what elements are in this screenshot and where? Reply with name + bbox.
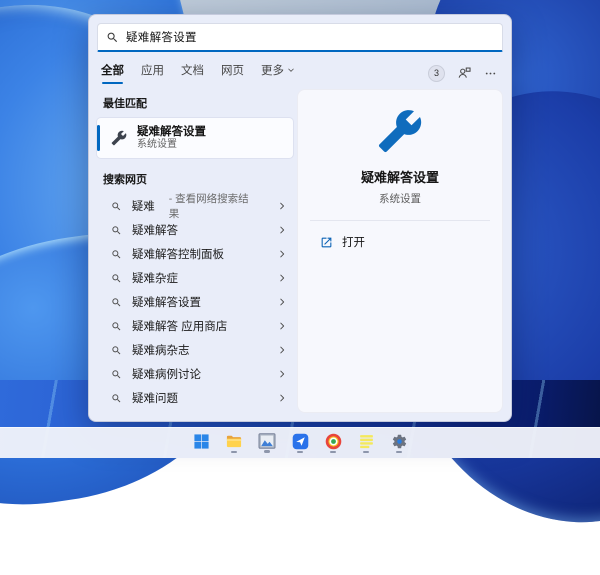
search-icon xyxy=(111,297,122,308)
taskbar xyxy=(0,427,600,458)
open-action-label: 打开 xyxy=(342,234,365,250)
suggestion-label: 疑难 xyxy=(132,198,155,214)
taskbar-app-file-explorer[interactable] xyxy=(222,430,246,456)
taskbar-app-browser[interactable] xyxy=(321,430,345,456)
best-match-item[interactable]: 疑难解答设置 系统设置 xyxy=(97,118,293,158)
search-icon xyxy=(111,393,122,404)
open-in-new-icon xyxy=(320,236,333,249)
notification-count-badge[interactable]: 3 xyxy=(428,65,445,82)
suggestion-label: 疑难杂症 xyxy=(132,270,178,286)
suggestion-label: 疑难解答设置 xyxy=(132,294,201,310)
search-icon xyxy=(111,345,122,356)
tab-apps[interactable]: 应用 xyxy=(141,62,164,84)
search-icon xyxy=(111,249,122,260)
search-suggestion-row[interactable]: 疑难病杂志 xyxy=(97,338,293,362)
result-preview-panel: 疑难解答设置 系统设置 打开 xyxy=(297,89,503,413)
chevron-right-icon[interactable] xyxy=(277,393,287,403)
search-icon xyxy=(111,321,122,332)
chevron-right-icon[interactable] xyxy=(277,201,287,211)
taskbar-app-media[interactable] xyxy=(288,430,312,456)
search-suggestion-row[interactable]: 疑难 - 查看网络搜索结果 xyxy=(97,194,293,218)
search-results-area: 最佳匹配 疑难解答设置 系统设置 搜索网页 疑难 - 查看网络搜索结果 xyxy=(89,85,511,421)
chevron-right-icon[interactable] xyxy=(277,345,287,355)
open-action[interactable]: 打开 xyxy=(298,221,502,262)
windows-logo-icon xyxy=(193,433,210,450)
best-match-title: 疑难解答设置 xyxy=(137,125,206,139)
search-suggestion-row[interactable]: 疑难解答设置 xyxy=(97,290,293,314)
search-query-text: 疑难解答设置 xyxy=(126,29,197,45)
tab-more[interactable]: 更多 xyxy=(261,62,295,84)
search-icon xyxy=(111,225,122,236)
search-input[interactable]: 疑难解答设置 xyxy=(97,23,503,52)
search-icon xyxy=(111,273,122,284)
suggestion-label: 疑难解答 xyxy=(132,222,178,238)
best-match-header: 最佳匹配 xyxy=(103,95,287,111)
preview-title: 疑难解答设置 xyxy=(361,167,439,186)
tab-all[interactable]: 全部 xyxy=(101,62,124,84)
suggestion-label: 疑难解答 应用商店 xyxy=(132,318,227,334)
sticky-notes-icon xyxy=(358,433,375,450)
suggestion-suffix: - 查看网络搜索结果 xyxy=(169,191,257,221)
tab-web[interactable]: 网页 xyxy=(221,62,244,84)
taskbar-app-photo-viewer[interactable] xyxy=(255,430,279,456)
chevron-right-icon[interactable] xyxy=(277,321,287,331)
tab-documents[interactable]: 文档 xyxy=(181,62,204,84)
media-app-icon xyxy=(292,433,309,450)
chevron-down-icon xyxy=(287,66,295,74)
suggestion-label: 疑难病例讨论 xyxy=(132,366,201,382)
wrench-icon xyxy=(111,130,127,146)
search-icon xyxy=(106,31,119,44)
search-suggestion-row[interactable]: 疑难解答 应用商店 xyxy=(97,314,293,338)
chevron-right-icon[interactable] xyxy=(277,225,287,235)
search-suggestion-row[interactable]: 疑难解答控制面板 xyxy=(97,242,293,266)
chevron-right-icon[interactable] xyxy=(277,369,287,379)
best-match-subtitle: 系统设置 xyxy=(137,139,206,152)
selection-accent-bar xyxy=(97,125,100,151)
chevron-right-icon[interactable] xyxy=(277,249,287,259)
search-icon xyxy=(111,201,122,212)
preview-subtitle: 系统设置 xyxy=(379,191,421,206)
search-flyout-window: 疑难解答设置 全部 应用 文档 网页 更多 3 xyxy=(88,14,512,422)
more-options-icon[interactable] xyxy=(484,67,497,80)
settings-gear-icon xyxy=(391,433,408,450)
wrench-icon-large xyxy=(377,108,423,154)
browser-icon xyxy=(325,433,342,450)
search-suggestion-row[interactable]: 疑难解答 xyxy=(97,218,293,242)
suggestion-label: 疑难问题 xyxy=(132,390,178,406)
search-filter-tabs: 全部 应用 文档 网页 更多 3 xyxy=(89,52,511,85)
photo-viewer-icon xyxy=(258,433,276,449)
search-suggestion-row[interactable]: 疑难杂症 xyxy=(97,266,293,290)
file-explorer-icon xyxy=(225,433,243,450)
chevron-right-icon[interactable] xyxy=(277,273,287,283)
start-button[interactable] xyxy=(189,430,213,456)
search-suggestion-row[interactable]: 疑难病例讨论 xyxy=(97,362,293,386)
results-list-column: 最佳匹配 疑难解答设置 系统设置 搜索网页 疑难 - 查看网络搜索结果 xyxy=(97,89,293,413)
taskbar-app-settings[interactable] xyxy=(387,430,411,456)
search-icon xyxy=(111,369,122,380)
account-icon[interactable] xyxy=(457,66,472,80)
chevron-right-icon[interactable] xyxy=(277,297,287,307)
search-suggestion-row[interactable]: 疑难问题 xyxy=(97,386,293,410)
web-search-header: 搜索网页 xyxy=(103,171,287,187)
suggestion-label: 疑难解答控制面板 xyxy=(132,246,224,262)
taskbar-app-sticky-notes[interactable] xyxy=(354,430,378,456)
suggestion-label: 疑难病杂志 xyxy=(132,342,190,358)
